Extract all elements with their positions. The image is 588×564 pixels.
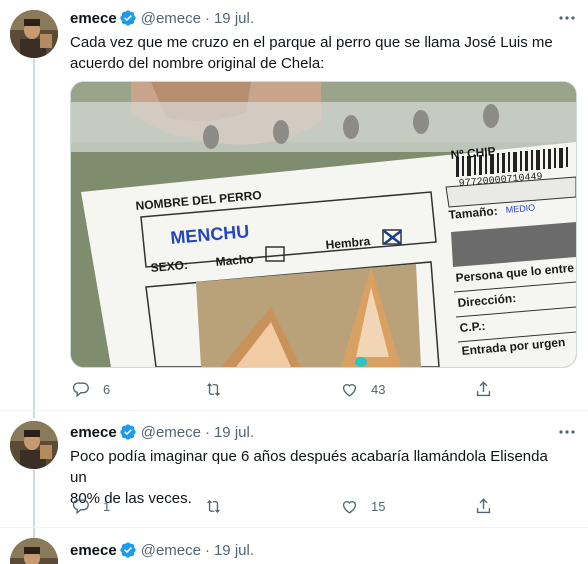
- separator-dot: ·: [204, 423, 210, 441]
- avatar[interactable]: [10, 421, 58, 469]
- reply-count: 6: [103, 381, 111, 397]
- retweet-icon: [207, 499, 220, 513]
- verified-badge-icon: [119, 423, 137, 441]
- like-button[interactable]: 43: [340, 372, 385, 406]
- user-handle[interactable]: @emece: [141, 542, 201, 559]
- user-handle[interactable]: @emece: [141, 424, 201, 441]
- display-name[interactable]: emece: [70, 10, 117, 27]
- heart-icon: [342, 500, 357, 514]
- share-icon: [476, 380, 491, 396]
- tweet-text: Cada vez que me cruzo en el parque al pe…: [70, 34, 553, 72]
- reply-icon: [72, 381, 89, 397]
- verified-badge-icon: [119, 541, 137, 559]
- retweet-icon: [207, 382, 220, 396]
- share-button[interactable]: [474, 489, 493, 523]
- tweet-actions: 1 15: [62, 489, 502, 523]
- share-icon: [476, 497, 491, 513]
- avatar[interactable]: [10, 538, 58, 564]
- tweet[interactable]: emece @emece · 19 jul.: [0, 528, 588, 564]
- reply-button[interactable]: 1: [72, 489, 110, 523]
- separator-dot: ·: [204, 541, 210, 559]
- like-button[interactable]: 15: [340, 489, 385, 523]
- retweet-button[interactable]: [204, 372, 235, 406]
- avatar[interactable]: [10, 10, 58, 58]
- tweet-date[interactable]: 19 jul.: [214, 424, 254, 441]
- tweet-date[interactable]: 19 jul.: [214, 10, 254, 27]
- reply-icon: [72, 498, 89, 514]
- separator-dot: ·: [204, 9, 210, 27]
- tweet-header: emece @emece · 19 jul.: [70, 422, 254, 442]
- display-name[interactable]: emece: [70, 424, 117, 441]
- more-options-icon[interactable]: [556, 8, 578, 28]
- verified-badge-icon: [119, 9, 137, 27]
- form-cp-label: C.P.:: [459, 319, 486, 335]
- reply-count: 1: [103, 498, 111, 514]
- tweet[interactable]: emece @emece · 19 jul. Cada vez que me c…: [0, 0, 588, 410]
- reply-button[interactable]: 6: [72, 372, 110, 406]
- share-button[interactable]: [474, 372, 493, 406]
- retweet-button[interactable]: [204, 489, 235, 523]
- tweet-header: emece @emece · 19 jul.: [70, 540, 254, 560]
- more-options-icon[interactable]: [556, 422, 578, 442]
- tweet-image[interactable]: NOMBRE DEL PERRO Nº CHIP Tamaño: SEXO: M…: [70, 81, 577, 368]
- user-handle[interactable]: @emece: [141, 10, 201, 27]
- tweet-date[interactable]: 19 jul.: [214, 542, 254, 559]
- tweet[interactable]: emece @emece · 19 jul. Poco podía imagin…: [0, 411, 588, 527]
- tweet-actions: 6 43: [62, 372, 502, 406]
- display-name[interactable]: emece: [70, 542, 117, 559]
- like-count: 15: [371, 498, 386, 514]
- tweet-header: emece @emece · 19 jul.: [70, 8, 254, 28]
- heart-icon: [342, 383, 357, 397]
- like-count: 43: [371, 381, 386, 397]
